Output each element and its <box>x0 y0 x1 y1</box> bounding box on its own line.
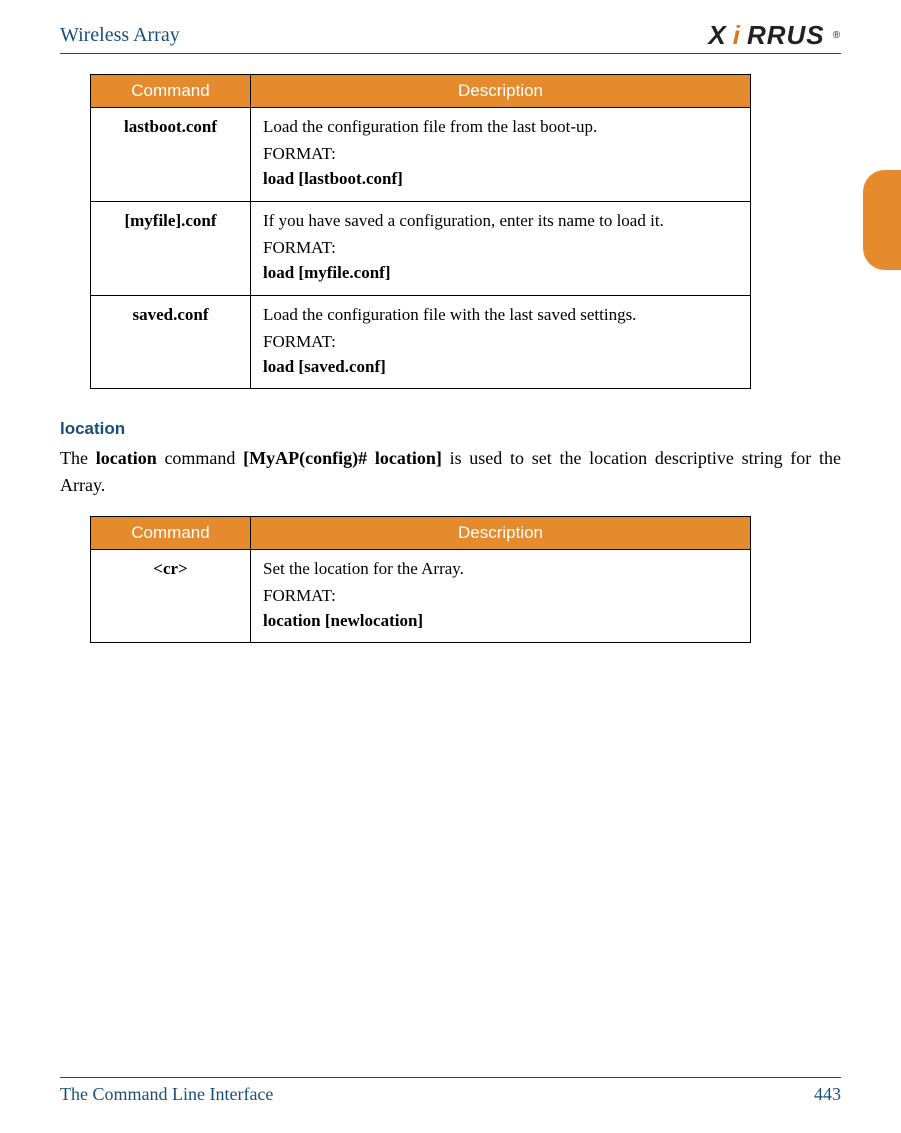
page-number: 443 <box>814 1084 841 1105</box>
format-bold: load [saved.conf] <box>263 356 738 379</box>
col-header-command: Command <box>91 516 251 549</box>
format-label: FORMAT: <box>263 585 738 608</box>
command-table-load: Command Description lastboot.conf Load t… <box>90 74 751 389</box>
cmd-lastboot: lastboot.conf <box>91 108 251 202</box>
cmd-saved: saved.conf <box>91 295 251 389</box>
col-header-command: Command <box>91 75 251 108</box>
table-header-row: Command Description <box>91 75 751 108</box>
footer-section-title: The Command Line Interface <box>60 1084 273 1105</box>
format-bold: location [newlocation] <box>263 610 738 633</box>
registered-icon: ® <box>833 30 841 41</box>
logo-prefix: X <box>708 20 726 51</box>
col-header-description: Description <box>251 516 751 549</box>
format-bold: load [myfile.conf] <box>263 262 738 285</box>
col-header-description: Description <box>251 75 751 108</box>
desc-text: Load the configuration file from the las… <box>263 116 738 139</box>
section-heading-location: location <box>60 419 841 439</box>
header-title: Wireless Array <box>60 24 180 47</box>
text-part: command <box>157 448 243 468</box>
text-bold: location <box>96 448 157 468</box>
section-body-location: The location command [MyAP(config)# loca… <box>60 445 841 497</box>
cmd-myfile-desc: If you have saved a configuration, enter… <box>251 201 751 295</box>
cmd-myfile: [myfile].conf <box>91 201 251 295</box>
page-header: Wireless Array XiRRUS ® <box>60 20 841 54</box>
cmd-cr: <cr> <box>91 549 251 643</box>
format-label: FORMAT: <box>263 143 738 166</box>
text-bold: [MyAP(config)# location] <box>243 448 442 468</box>
format-bold: load [lastboot.conf] <box>263 168 738 191</box>
format-label: FORMAT: <box>263 237 738 260</box>
command-table-location: Command Description <cr> Set the locatio… <box>90 516 751 644</box>
table-row: <cr> Set the location for the Array. FOR… <box>91 549 751 643</box>
table-row: lastboot.conf Load the configuration fil… <box>91 108 751 202</box>
logo-suffix: RRUS <box>747 20 825 51</box>
page-footer: The Command Line Interface 443 <box>60 1077 841 1105</box>
cmd-saved-desc: Load the configuration file with the las… <box>251 295 751 389</box>
table-row: [myfile].conf If you have saved a config… <box>91 201 751 295</box>
side-tab-icon <box>863 170 901 270</box>
cmd-lastboot-desc: Load the configuration file from the las… <box>251 108 751 202</box>
desc-text: Set the location for the Array. <box>263 558 738 581</box>
cmd-cr-desc: Set the location for the Array. FORMAT: … <box>251 549 751 643</box>
desc-text: If you have saved a configuration, enter… <box>263 210 738 233</box>
brand-logo: XiRRUS ® <box>708 20 841 51</box>
table-header-row: Command Description <box>91 516 751 549</box>
format-label: FORMAT: <box>263 331 738 354</box>
text-part: The <box>60 448 96 468</box>
logo-mark-icon: i <box>733 20 741 51</box>
desc-text: Load the configuration file with the las… <box>263 304 738 327</box>
table-row: saved.conf Load the configuration file w… <box>91 295 751 389</box>
